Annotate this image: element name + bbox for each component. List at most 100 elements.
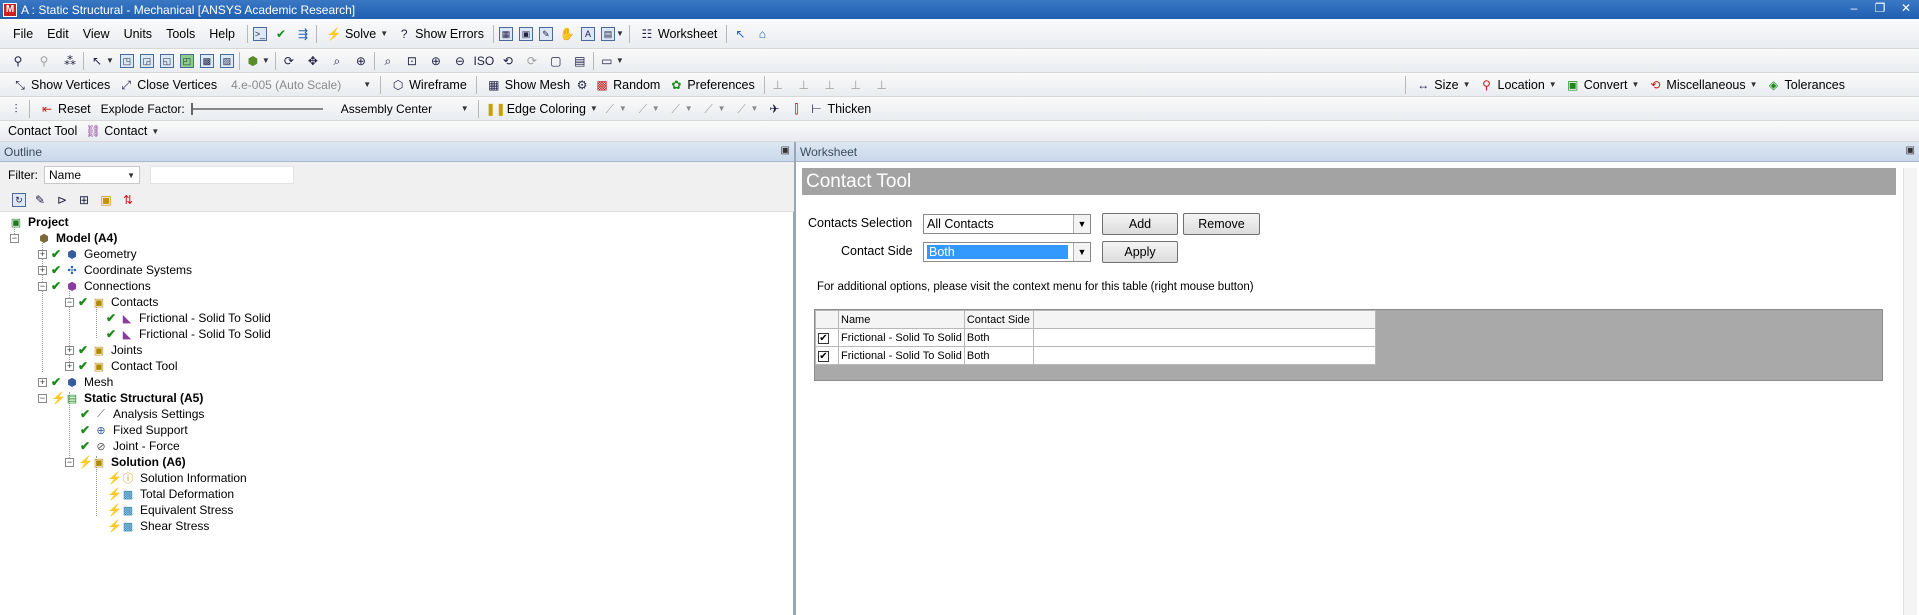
tree-node-frictional-1[interactable]: ✔ ◣ Frictional - Solid To Solid	[106, 310, 271, 326]
column-header-contact-side[interactable]: Contact Side	[963, 310, 1034, 329]
collapse-toggle[interactable]: −	[65, 297, 74, 307]
worksheet-button[interactable]: ☷ Worksheet	[635, 24, 722, 44]
explode-view-icon[interactable]: ⫶	[8, 101, 24, 117]
explode-3-icon[interactable]: ⊥	[822, 77, 838, 93]
tree-node-fixed-support[interactable]: ✔ ⊕ Fixed Support	[80, 422, 188, 438]
contact-side-dropdown[interactable]: Both ▼	[923, 242, 1091, 262]
table-row[interactable]: ✔ Frictional - Solid To Solid Both	[815, 346, 1376, 365]
tree-node-joint-force[interactable]: ✔ ⊘ Joint - Force	[80, 438, 180, 454]
random-colors-button[interactable]: ▩ Random	[590, 75, 664, 95]
filter-dropdown[interactable]: Name ▼	[44, 166, 140, 184]
thin-icon[interactable]: ⫿	[788, 101, 804, 117]
column-header-name[interactable]: Name	[838, 310, 965, 329]
print-icon[interactable]: ▤	[572, 53, 588, 69]
check-icon[interactable]: ✔	[273, 26, 289, 42]
solve-button[interactable]: ⚡ Solve ▼	[322, 24, 392, 44]
viewport-layout-icon[interactable]: ▭	[599, 53, 615, 69]
select-element-icon[interactable]: ▨	[219, 53, 234, 68]
pin-edges-icon[interactable]: ✈	[766, 101, 782, 117]
pin-select-icon[interactable]: ⚲	[10, 53, 26, 69]
tree-node-shear-stress[interactable]: ⚡ ▩ Shear Stress	[107, 518, 209, 534]
tree-node-solution[interactable]: − ⚡ ▣ Solution (A6)	[65, 454, 186, 470]
contact-dropdown[interactable]: ⛓ Contact ▼	[81, 121, 163, 141]
menu-tools[interactable]: Tools	[159, 23, 202, 45]
select-node-icon[interactable]: ▩	[199, 53, 214, 68]
collapse-toggle[interactable]: −	[10, 233, 19, 243]
filter-search-input[interactable]	[150, 166, 294, 184]
apply-button[interactable]: Apply	[1102, 241, 1178, 263]
tree-node-solution-information[interactable]: ⚡ ⓘ Solution Information	[107, 470, 247, 486]
insert-comment-icon[interactable]: ✎	[538, 26, 553, 41]
location-dropdown[interactable]: ⚲ Location ▼	[1475, 75, 1561, 95]
remove-button[interactable]: Remove	[1183, 213, 1260, 235]
select-body-icon[interactable]: ◰	[179, 53, 194, 68]
tree-node-model[interactable]: − ⬢ Model (A4)	[10, 230, 117, 246]
maximize-button[interactable]: ❐	[1873, 1, 1887, 15]
chevron-down-icon[interactable]: ▼	[718, 104, 726, 113]
chevron-down-icon[interactable]: ▼	[652, 104, 660, 113]
edge-style-5-icon[interactable]: ⟋	[734, 101, 750, 117]
chevron-down-icon[interactable]: ▼	[106, 56, 114, 65]
tree-node-connections[interactable]: − ✔ ⬢ Connections	[38, 278, 151, 294]
set-view-icon[interactable]: ⟲	[500, 53, 516, 69]
contacts-selection-dropdown[interactable]: All Contacts ▼	[923, 214, 1091, 234]
add-button[interactable]: Add	[1102, 213, 1178, 235]
tree-node-static-structural[interactable]: − ⚡ ▤ Static Structural (A5)	[38, 390, 203, 406]
edge-style-2-icon[interactable]: ⟋	[635, 101, 651, 117]
chevron-down-icon[interactable]: ▼	[1073, 243, 1090, 261]
close-button[interactable]: ✕	[1899, 1, 1913, 15]
row-checkbox[interactable]: ✔	[818, 332, 829, 344]
tree-node-project[interactable]: ▣ Project	[8, 214, 69, 230]
miscellaneous-dropdown[interactable]: ⟲ Miscellaneous ▼	[1643, 75, 1761, 95]
menu-help[interactable]: Help	[202, 23, 242, 45]
expand-all-icon[interactable]: ⊞	[76, 192, 92, 208]
convert-dropdown[interactable]: ▣ Convert ▼	[1561, 75, 1644, 95]
next-view-icon[interactable]: ⟳	[524, 53, 540, 69]
iso-view-icon[interactable]: ISO	[474, 53, 495, 69]
connect-icon[interactable]: ⇶	[295, 26, 311, 42]
menu-units[interactable]: Units	[117, 23, 159, 45]
chevron-down-icon[interactable]: ▼	[616, 56, 624, 65]
table-row[interactable]: ✔ Frictional - Solid To Solid Both	[815, 328, 1376, 347]
menu-edit[interactable]: Edit	[40, 23, 76, 45]
show-errors-button[interactable]: ? Show Errors	[392, 24, 488, 44]
select-edge-icon[interactable]: ◲	[139, 53, 154, 68]
thicken-button[interactable]: ⊢ Thicken	[804, 99, 875, 119]
chevron-down-icon[interactable]: ▼	[619, 104, 627, 113]
explode-factor-slider[interactable]	[190, 102, 323, 115]
collapse-toggle[interactable]: −	[38, 393, 47, 403]
explode-1-icon[interactable]: ⊥	[770, 77, 786, 93]
show-vertices-button[interactable]: ⤡ Show Vertices	[8, 75, 114, 95]
show-mesh-button[interactable]: ▦ Show Mesh	[482, 75, 574, 95]
collapse-environments-icon[interactable]: ▣	[98, 192, 114, 208]
named-views-icon[interactable]: ▢	[548, 53, 564, 69]
box-zoom-icon[interactable]: ⌕	[380, 53, 396, 69]
magnifier-icon[interactable]: ⊕	[428, 53, 444, 69]
chevron-down-icon[interactable]: ▼	[751, 104, 759, 113]
tree-node-mesh[interactable]: + ✔ ⬢ Mesh	[38, 374, 113, 390]
chevron-down-icon[interactable]: ▼	[1073, 215, 1090, 233]
edge-style-3-icon[interactable]: ⟋	[668, 101, 684, 117]
refresh-tree-icon[interactable]: ↻	[12, 192, 26, 207]
tree-node-geometry[interactable]: + ✔ ⬢ Geometry	[38, 246, 137, 262]
insert-image-icon[interactable]: ▣	[518, 26, 533, 41]
rotate-icon[interactable]: ⟳	[281, 53, 297, 69]
tree-node-coordinate-systems[interactable]: + ✔ ✣ Coordinate Systems	[38, 262, 192, 278]
menu-file[interactable]: File	[6, 23, 40, 45]
expand-toggle[interactable]: +	[38, 377, 47, 387]
tree-node-contacts[interactable]: − ✔ ▣ Contacts	[65, 294, 158, 310]
reset-button[interactable]: ⇤ Reset	[35, 99, 95, 119]
extend-selection-icon[interactable]: ⬢	[245, 53, 261, 69]
expand-toggle[interactable]: +	[38, 249, 47, 259]
scale-dropdown[interactable]: 4.e-005 (Auto Scale) ▼	[227, 76, 375, 94]
tree-node-contact-tool[interactable]: + ✔ ▣ Contact Tool	[65, 358, 178, 374]
preferences-button[interactable]: ✿ Preferences	[664, 75, 758, 95]
column-header-select[interactable]	[815, 310, 839, 329]
size-dropdown[interactable]: ↔ Size ▼	[1411, 75, 1474, 95]
expand-toggle[interactable]: +	[65, 361, 74, 371]
explode-5-icon[interactable]: ⊥	[874, 77, 890, 93]
row-checkbox[interactable]: ✔	[818, 350, 829, 362]
row-side-cell[interactable]: Both	[963, 346, 1034, 365]
collapse-toggle[interactable]: −	[38, 281, 47, 291]
chevron-down-icon[interactable]: ▼	[685, 104, 693, 113]
